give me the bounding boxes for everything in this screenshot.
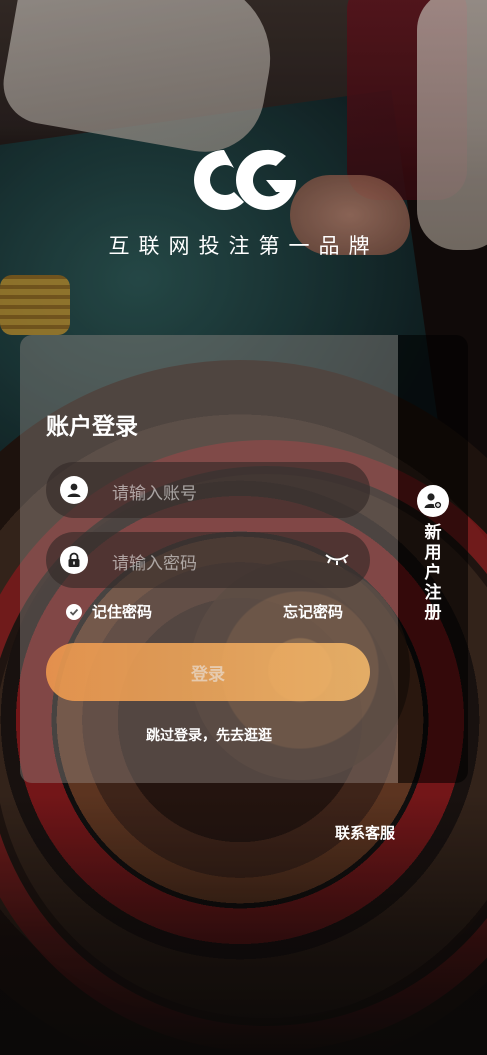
login-panel: 账户登录 请输入账号 请输入密码 记住密码 忘记密码 登录 跳过登录，先去逛逛 … xyxy=(20,335,468,783)
add-user-icon xyxy=(417,485,449,517)
eye-closed-icon[interactable] xyxy=(324,550,350,572)
forgot-password-link[interactable]: 忘记密码 xyxy=(283,601,343,622)
brand-logo xyxy=(0,140,487,220)
remember-password-toggle[interactable]: 记住密码 xyxy=(66,601,152,622)
login-button[interactable]: 登录 xyxy=(46,643,370,701)
username-field[interactable]: 请输入账号 xyxy=(46,462,370,518)
password-field[interactable]: 请输入密码 xyxy=(46,532,370,588)
register-button[interactable]: 新用户注册 xyxy=(398,485,468,623)
login-title: 账户登录 xyxy=(46,414,138,440)
brand-tagline: 互联网投注第一品牌 xyxy=(108,234,379,258)
password-placeholder: 请输入密码 xyxy=(112,554,197,574)
skip-login-link[interactable]: 跳过登录，先去逛逛 xyxy=(20,725,398,745)
remember-label: 记住密码 xyxy=(92,603,153,621)
check-icon xyxy=(66,603,82,620)
user-icon xyxy=(60,476,88,504)
customer-service-link[interactable]: 联系客服 xyxy=(335,822,395,843)
lock-icon xyxy=(60,546,88,574)
login-form: 账户登录 请输入账号 请输入密码 记住密码 忘记密码 登录 跳过登录，先去逛逛 xyxy=(20,335,398,783)
username-placeholder: 请输入账号 xyxy=(112,484,197,504)
register-label: 新用户注册 xyxy=(424,523,442,623)
